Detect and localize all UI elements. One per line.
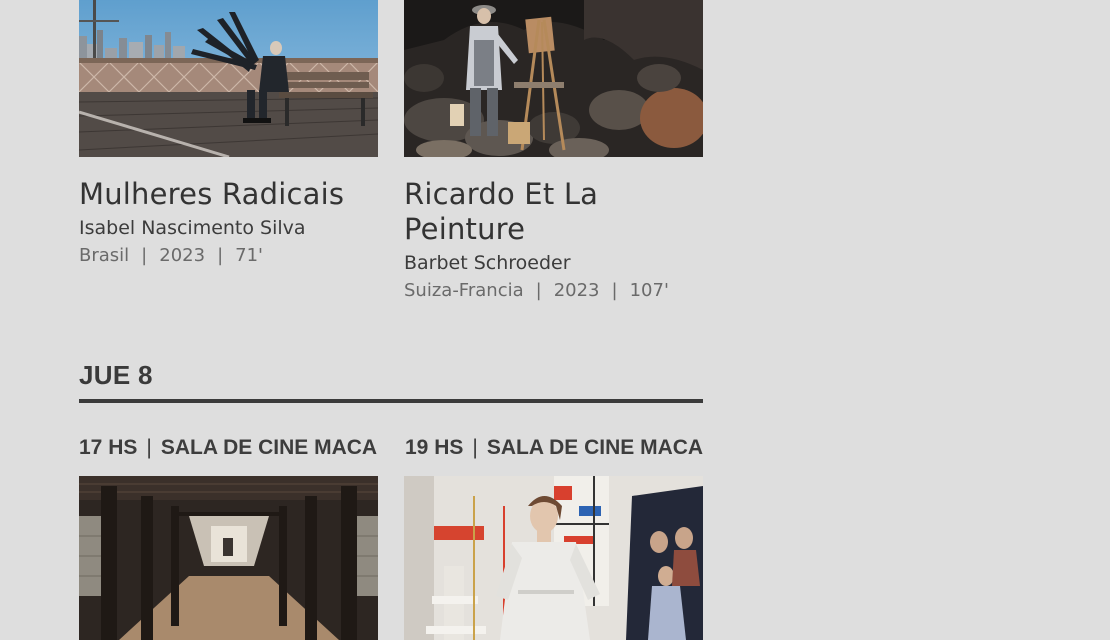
film-duration: 71' <box>235 245 263 266</box>
film-thumbnail[interactable] <box>79 0 378 157</box>
film-meta: Suiza-Francia | 2023 | 107' <box>404 279 703 303</box>
day-header: JUE 8 <box>79 358 703 403</box>
film-thumbnail-corridor[interactable] <box>79 476 378 640</box>
day-label: JUE 8 <box>79 360 153 390</box>
film-year: 2023 <box>159 245 206 266</box>
meta-separator: | <box>535 280 542 301</box>
screening-slot-2: 19 HS | SALA DE CINE MACA <box>405 434 703 462</box>
day-divider <box>79 399 703 403</box>
film-card-ricardo-et-la-peinture: Ricardo Et La Peinture Barbet Schroeder … <box>404 0 703 303</box>
slot-venue: SALA DE CINE MACA <box>486 436 704 459</box>
meta-separator: | <box>217 245 224 266</box>
film-year: 2023 <box>553 280 600 301</box>
slot-separator: | <box>146 436 152 459</box>
meta-separator: | <box>611 280 618 301</box>
slot-venue: SALA DE CINE MACA <box>160 436 378 459</box>
meta-separator: | <box>141 245 148 266</box>
screening-slot-1: 17 HS | SALA DE CINE MACA <box>79 434 377 462</box>
film-thumbnail-studio[interactable] <box>404 476 703 640</box>
film-country: Suiza-Francia <box>404 280 524 301</box>
film-director: Barbet Schroeder <box>404 252 571 274</box>
film-title[interactable]: Ricardo Et La Peinture <box>404 177 703 247</box>
program-page: Mulheres Radicais Isabel Nascimento Silv… <box>0 0 1110 640</box>
slot-time: 19 HS <box>405 436 464 459</box>
film-meta: Brasil | 2023 | 71' <box>79 244 378 268</box>
film-duration: 107' <box>629 280 669 301</box>
slot-time: 17 HS <box>79 436 138 459</box>
film-card-mulheres-radicais: Mulheres Radicais Isabel Nascimento Silv… <box>79 0 378 268</box>
slot-separator: | <box>472 436 478 459</box>
film-title[interactable]: Mulheres Radicais <box>79 177 378 212</box>
film-country: Brasil <box>79 245 130 266</box>
film-director: Isabel Nascimento Silva <box>79 217 306 239</box>
film-thumbnail[interactable] <box>404 0 703 157</box>
